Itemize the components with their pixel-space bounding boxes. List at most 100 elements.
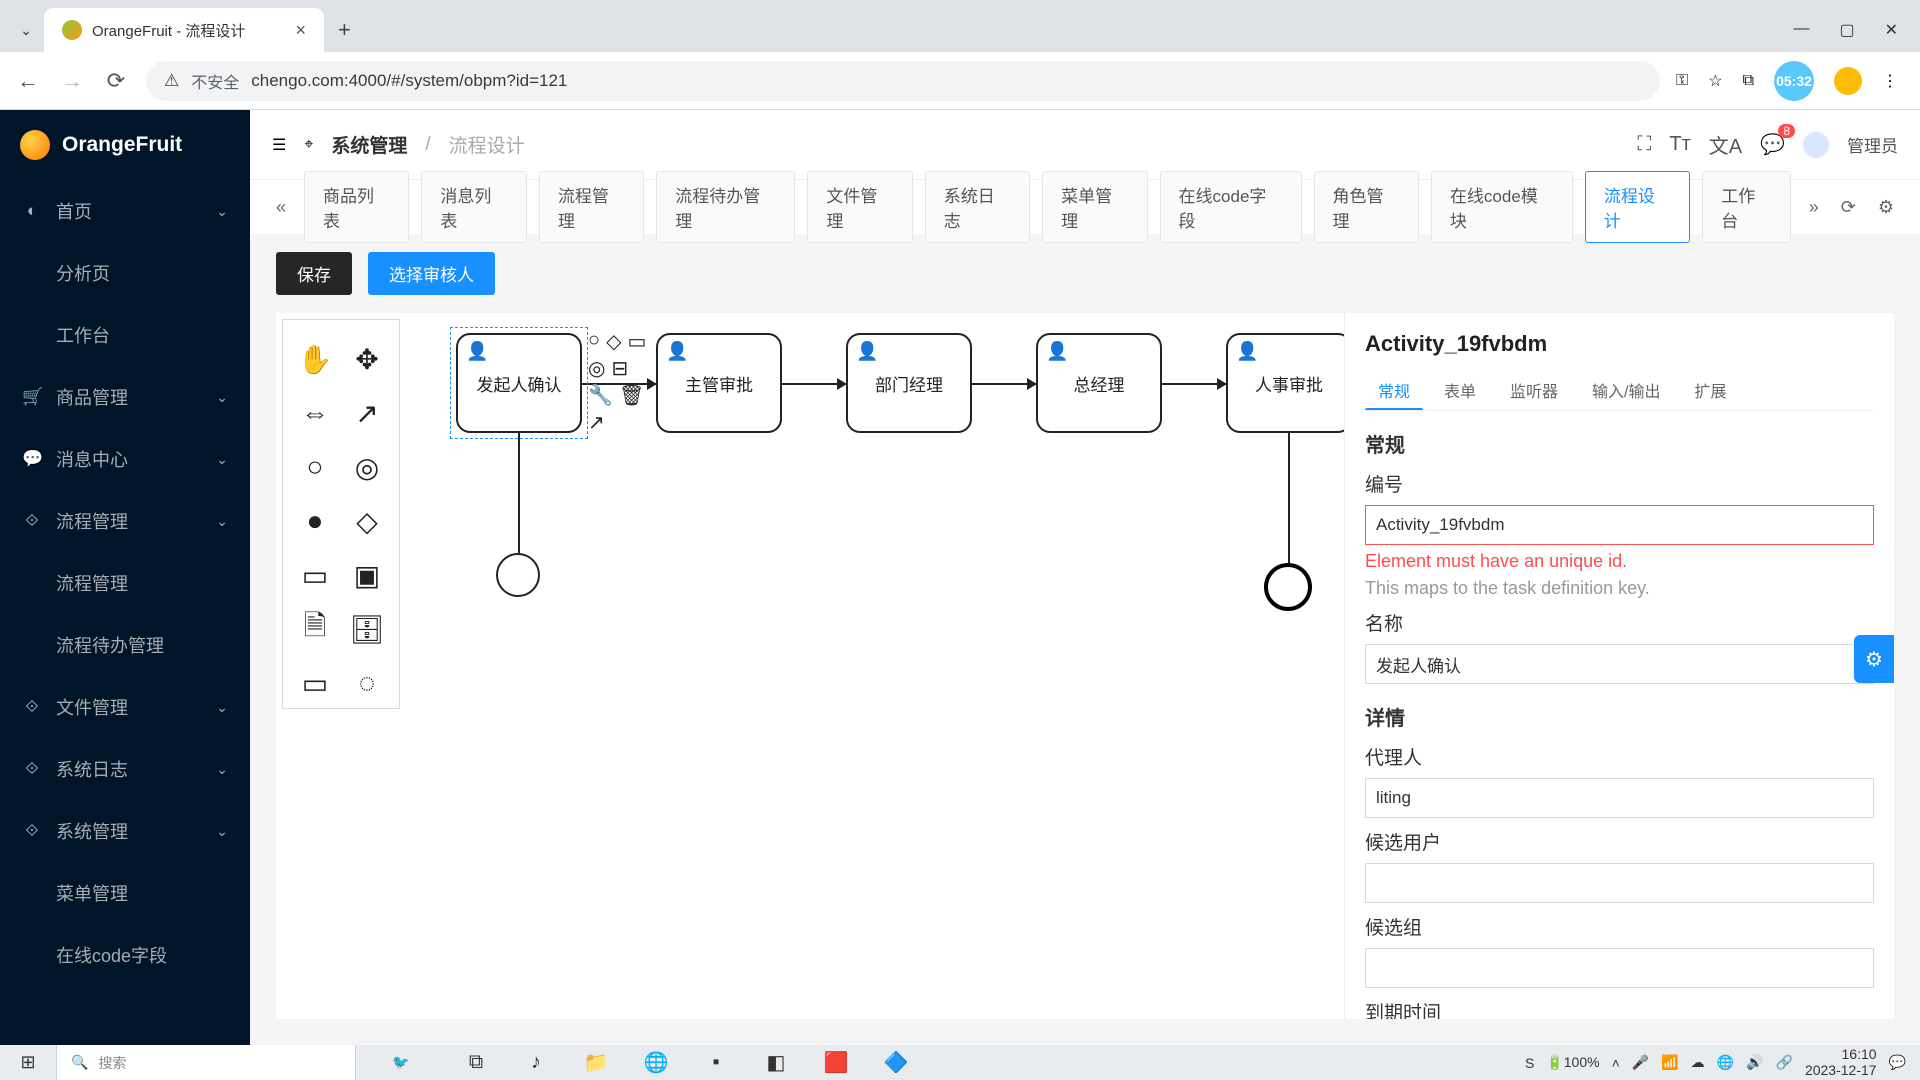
ctx-delete-icon[interactable]: 🗑 (619, 383, 644, 408)
sidebar-item-6[interactable]: 流程管理 (0, 552, 250, 614)
start-button[interactable]: ⊞ (0, 1045, 56, 1080)
bpmn-task-4[interactable]: 👤人事审批 (1226, 333, 1352, 433)
reload-button[interactable]: ⟳ (102, 68, 130, 94)
taskbar-search[interactable]: 🔍 搜索 (56, 1045, 356, 1080)
sidebar-item-4[interactable]: 💬消息中心⌄ (0, 428, 250, 490)
id-field[interactable] (1365, 505, 1874, 545)
translate-icon[interactable]: 文A (1709, 130, 1742, 159)
collapse-sidebar-icon[interactable]: ☰ (272, 135, 286, 155)
end-event-icon[interactable]: ● (289, 494, 341, 548)
profile-icon[interactable] (1834, 67, 1862, 95)
task-view-icon[interactable]: ⧉ (446, 1045, 506, 1080)
ctx-event-icon[interactable]: ○ (588, 329, 600, 354)
terminal-icon[interactable]: ▪ (686, 1045, 746, 1080)
app5-icon[interactable]: ◧ (746, 1045, 806, 1080)
prop-tab-1[interactable]: 表单 (1431, 371, 1489, 410)
page-tab-0[interactable]: 商品列表 (304, 171, 409, 243)
tab-dropdown-icon[interactable]: ⌄ (8, 12, 44, 48)
bpmn-task-3[interactable]: 👤总经理 (1036, 333, 1162, 433)
sidebar-item-10[interactable]: ⟐系统管理⌄ (0, 800, 250, 862)
gateway-icon[interactable]: ◇ (341, 494, 393, 548)
sidebar-item-7[interactable]: 流程待办管理 (0, 614, 250, 676)
sequence-flow[interactable] (1162, 383, 1226, 385)
tabs-prev-icon[interactable]: « (272, 197, 290, 218)
start-event[interactable] (496, 553, 540, 597)
page-tab-8[interactable]: 角色管理 (1314, 171, 1419, 243)
clock[interactable]: 16:10 2023-12-17 (1805, 1047, 1877, 1078)
page-tab-10[interactable]: 流程设计 (1585, 171, 1690, 243)
ctx-annotation-icon[interactable]: ◎ (588, 356, 605, 381)
subprocess-icon[interactable]: ▣ (341, 548, 393, 602)
wifi-icon[interactable]: 📶 (1661, 1054, 1678, 1071)
sidebar-item-5[interactable]: ⟐流程管理⌄ (0, 490, 250, 552)
tray-up-icon[interactable]: ˄ (1612, 1055, 1620, 1071)
globe-icon[interactable]: 🌐 (1717, 1054, 1734, 1071)
sidebar-item-9[interactable]: ⟐系统日志⌄ (0, 738, 250, 800)
browser-tab[interactable]: OrangeFruit - 流程设计 × (44, 8, 324, 52)
page-tab-6[interactable]: 菜单管理 (1042, 171, 1147, 243)
prop-tab-3[interactable]: 输入/输出 (1579, 371, 1673, 410)
chrome-icon[interactable]: 🌐 (626, 1045, 686, 1080)
brand[interactable]: OrangeFruit (0, 110, 250, 180)
back-button[interactable]: ← (14, 68, 42, 94)
prop-tab-0[interactable]: 常规 (1365, 371, 1423, 410)
end-event[interactable] (1264, 563, 1312, 611)
prop-tab-2[interactable]: 监听器 (1497, 371, 1571, 410)
bookmark-icon[interactable]: ☆ (1708, 71, 1722, 91)
page-tab-5[interactable]: 系统日志 (925, 171, 1030, 243)
bpmn-task-2[interactable]: 👤部门经理 (846, 333, 972, 433)
assignee-field[interactable] (1365, 778, 1874, 818)
bpmn-task-1[interactable]: 👤主管审批 (656, 333, 782, 433)
tabs-reload-icon[interactable]: ⟳ (1837, 197, 1860, 218)
breadcrumb-root[interactable]: 系统管理 (331, 131, 407, 158)
cortana-icon[interactable]: 🐦 (356, 1054, 446, 1071)
ctx-attach-icon[interactable]: ⊟ (611, 356, 628, 381)
ctx-wrench-icon[interactable]: 🔧 (588, 383, 613, 408)
extension-badge[interactable]: 05:32 (1774, 61, 1814, 101)
hand-tool-icon[interactable]: ✋ (289, 332, 341, 386)
url-field[interactable]: ⚠ 不安全 chengo.com:4000/#/system/obpm?id=1… (146, 61, 1660, 101)
speaker-icon[interactable]: 🔊 (1746, 1054, 1763, 1071)
panel-settings-icon[interactable]: ⚙ (1854, 635, 1894, 683)
font-size-icon[interactable]: Tᴛ (1669, 133, 1690, 156)
intermediate-event-icon[interactable]: ◎ (341, 440, 393, 494)
window-close-icon[interactable]: ✕ (1885, 20, 1898, 40)
page-tab-11[interactable]: 工作台 (1702, 171, 1790, 243)
sequence-flow-vertical[interactable] (518, 433, 520, 553)
save-button[interactable]: 保存 (276, 252, 352, 295)
name-field[interactable] (1365, 644, 1874, 684)
page-tab-3[interactable]: 流程待办管理 (656, 171, 795, 243)
page-tab-7[interactable]: 在线code字段 (1160, 171, 1302, 243)
pool-icon[interactable]: ▭ (289, 656, 341, 710)
sidebar-item-1[interactable]: 分析页 (0, 242, 250, 304)
fullscreen-icon[interactable]: ⛶ (1637, 133, 1651, 156)
sidebar-item-2[interactable]: 工作台 (0, 304, 250, 366)
ctx-task-icon[interactable]: ▭ (627, 329, 646, 354)
sidebar-item-11[interactable]: 菜单管理 (0, 862, 250, 924)
sequence-flow[interactable] (782, 383, 846, 385)
candidate-user-field[interactable] (1365, 863, 1874, 903)
page-tab-1[interactable]: 消息列表 (421, 171, 526, 243)
ime-icon[interactable]: S (1525, 1055, 1534, 1071)
start-event-icon[interactable]: ○ (289, 440, 341, 494)
ctx-gateway-icon[interactable]: ◇ (606, 329, 621, 354)
password-key-icon[interactable]: ⚿ (1676, 72, 1688, 90)
select-approver-button[interactable]: 选择审核人 (368, 252, 495, 295)
tabs-settings-icon[interactable]: ⚙ (1874, 197, 1898, 218)
data-object-icon[interactable]: 🗎 (289, 602, 341, 656)
task-icon[interactable]: ▭ (289, 548, 341, 602)
avatar[interactable] (1803, 132, 1829, 158)
menu-icon[interactable]: ⋮ (1882, 71, 1898, 91)
notifications-icon[interactable]: 💬 (1889, 1054, 1906, 1071)
close-icon[interactable]: × (295, 20, 306, 41)
prop-tab-4[interactable]: 扩展 (1682, 371, 1740, 410)
tabs-next-icon[interactable]: » (1805, 197, 1823, 218)
space-tool-icon[interactable]: ⇔ (289, 386, 341, 440)
sidebar-item-0[interactable]: ◐首页⌄ (0, 180, 250, 242)
vscode-icon[interactable]: 🔷 (866, 1045, 926, 1080)
sidebar-item-12[interactable]: 在线code字段 (0, 924, 250, 986)
sidebar-item-8[interactable]: ⟐文件管理⌄ (0, 676, 250, 738)
sequence-flow[interactable] (972, 383, 1036, 385)
connect-tool-icon[interactable]: ↗ (341, 386, 393, 440)
cloud-icon[interactable]: ☁ (1691, 1054, 1705, 1071)
